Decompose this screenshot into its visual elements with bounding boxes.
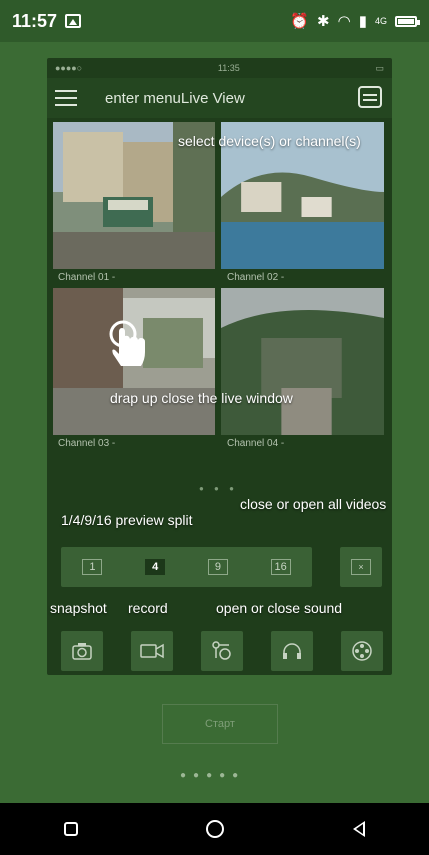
status-right: ⏰ ✱ ◠ ▮ 4G <box>290 12 420 30</box>
annotation-select-device: select device(s) or channel(s) <box>178 133 361 149</box>
signal-icon: ▮ <box>358 13 367 30</box>
system-nav-bar <box>0 803 429 855</box>
action-toolbar <box>61 631 383 671</box>
camera-icon <box>72 643 92 660</box>
split-16-button[interactable]: 16 <box>270 559 291 575</box>
menu-icon[interactable] <box>55 87 77 109</box>
recents-button[interactable] <box>64 822 79 836</box>
inner-time: 11:35 <box>217 63 240 73</box>
status-left: 11:57 <box>12 10 82 32</box>
inner-status-bar: ●●●●○ 11:35 ▭ <box>47 58 392 78</box>
start-button[interactable]: Старт <box>162 704 278 744</box>
playback-button[interactable] <box>341 631 383 671</box>
film-reel-icon <box>352 641 372 661</box>
channel-label-1: Channel 01 - <box>58 272 116 283</box>
ptz-icon <box>212 641 231 660</box>
app-header: enter menuLive View <box>47 78 392 118</box>
annotation-snapshot: snapshot <box>50 600 107 616</box>
network-type: 4G <box>374 16 387 26</box>
annotation-sound: open or close sound <box>216 600 343 616</box>
status-time: 11:57 <box>12 10 58 31</box>
bluetooth-icon: ✱ <box>317 13 330 30</box>
video-icon <box>140 643 164 659</box>
battery-icon <box>395 15 420 27</box>
device-list-icon[interactable] <box>358 86 382 108</box>
hand-pointer-icon <box>109 320 145 366</box>
sound-button[interactable] <box>271 631 313 671</box>
channel-label-2: Channel 02 - <box>227 272 285 283</box>
alarm-icon: ⏰ <box>290 13 310 30</box>
annotation-preview-split: 1/4/9/16 preview split <box>61 512 193 528</box>
inner-carrier: ●●●●○ <box>55 63 83 73</box>
annotation-close-open-videos: close or open all videos <box>240 496 387 512</box>
channel-4-video <box>221 288 384 435</box>
split-4-button[interactable]: 4 <box>145 559 166 575</box>
home-button[interactable] <box>206 820 225 838</box>
split-9-button[interactable]: 9 <box>207 559 228 575</box>
grid-page-dots: ● ● ● <box>199 484 238 493</box>
back-button[interactable] <box>352 821 365 837</box>
channel-label-4: Channel 04 - <box>227 438 285 449</box>
snapshot-button[interactable] <box>61 631 103 671</box>
split-selector: 1 4 9 16 <box>61 547 312 587</box>
channel-tile-4[interactable] <box>221 288 384 435</box>
close-all-videos-button[interactable]: × <box>340 547 382 587</box>
headphones-icon <box>283 643 301 659</box>
record-button[interactable] <box>131 631 173 671</box>
status-bar: 11:57 ⏰ ✱ ◠ ▮ 4G <box>0 0 429 42</box>
channel-label-3: Channel 03 - <box>58 438 116 449</box>
close-icon: × <box>351 559 371 575</box>
split-1-button[interactable]: 1 <box>82 559 103 575</box>
image-notification-icon <box>65 14 82 28</box>
ptz-button[interactable] <box>201 631 243 671</box>
annotation-drag-up: drap up close the live window <box>110 390 293 406</box>
inner-battery-icon: ▭ <box>375 62 384 73</box>
header-annotation-menu: enter menuLive View <box>105 89 245 107</box>
annotation-record: record <box>128 600 168 616</box>
page-title: Live View <box>180 89 245 107</box>
wifi-icon: ◠ <box>337 13 351 30</box>
onboarding-page-dots: ●●●●● <box>180 770 246 781</box>
